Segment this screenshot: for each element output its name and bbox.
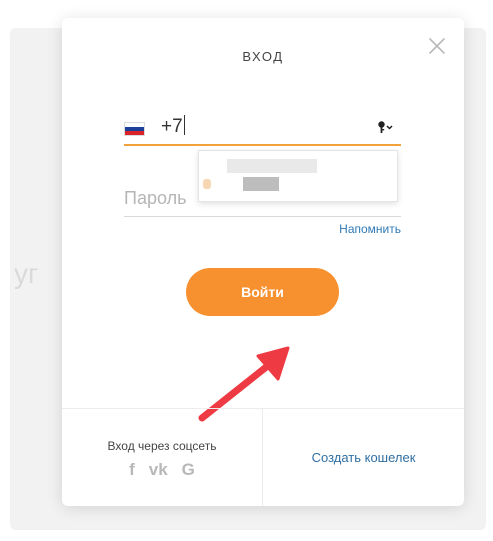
phone-value: +7 [161, 116, 183, 137]
password-manager-key-icon[interactable] [377, 120, 395, 139]
remind-password-link[interactable]: Напомнить [339, 222, 401, 236]
backdrop-ghost-text: уг [14, 258, 39, 289]
social-login-section: Вход через соцсеть f vk G [62, 409, 263, 506]
close-icon [429, 38, 445, 54]
phone-field[interactable]: +7 [124, 113, 401, 146]
password-field[interactable] [124, 186, 401, 217]
autofill-entry-blurred[interactable] [227, 159, 317, 173]
social-icons: f vk G [62, 460, 262, 480]
phone-input[interactable]: +7 [161, 115, 185, 138]
login-modal: ВХОД +7 Напомнить Войти Вход через соцсе… [62, 18, 464, 506]
google-icon[interactable]: G [182, 460, 195, 480]
create-wallet-section: Создать кошелек [263, 409, 464, 506]
facebook-icon[interactable]: f [129, 460, 135, 480]
create-wallet-link[interactable]: Создать кошелек [263, 450, 464, 465]
login-button[interactable]: Войти [186, 268, 339, 316]
ru-flag-icon [124, 122, 145, 136]
password-input[interactable] [124, 186, 401, 209]
modal-footer: Вход через соцсеть f vk G Создать кошеле… [62, 408, 464, 506]
modal-title: ВХОД [242, 49, 284, 64]
text-caret [183, 115, 185, 135]
social-login-label: Вход через соцсеть [107, 439, 217, 453]
close-button[interactable] [427, 36, 447, 56]
vk-icon[interactable]: vk [149, 460, 168, 480]
